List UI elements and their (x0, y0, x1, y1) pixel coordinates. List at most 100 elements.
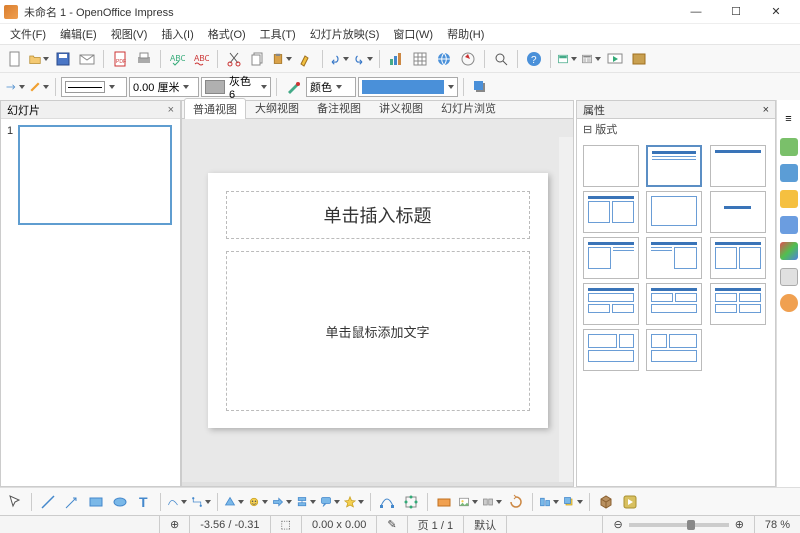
sidebar-gallery-icon[interactable] (780, 242, 798, 260)
extrusion-tool[interactable] (595, 491, 617, 513)
layout-title-only[interactable] (710, 145, 766, 187)
cut-button[interactable] (223, 48, 245, 70)
menu-edit[interactable]: 编辑(E) (54, 24, 103, 44)
email-button[interactable] (76, 48, 98, 70)
title-placeholder[interactable]: 单击插入标题 (226, 191, 530, 239)
from-file-tool[interactable] (457, 491, 479, 513)
arrange-tool[interactable] (562, 491, 584, 513)
minimize-button[interactable]: — (676, 0, 716, 24)
line-style-button[interactable] (28, 76, 50, 98)
points-tool[interactable] (376, 491, 398, 513)
menu-help[interactable]: 帮助(H) (441, 24, 490, 44)
line-tool[interactable] (37, 491, 59, 513)
layout-3b[interactable] (646, 283, 702, 325)
slide-master-button[interactable] (628, 48, 650, 70)
sidebar-master-icon[interactable] (780, 164, 798, 182)
line-style-combo[interactable] (61, 77, 127, 97)
menu-window[interactable]: 窗口(W) (387, 24, 439, 44)
basic-shapes-tool[interactable] (223, 491, 245, 513)
gallery-tool[interactable] (481, 491, 503, 513)
curve-tool[interactable] (166, 491, 188, 513)
spellcheck-button[interactable]: ABC (166, 48, 188, 70)
slide-layout-button[interactable] (580, 48, 602, 70)
auto-spellcheck-button[interactable]: ABC (190, 48, 212, 70)
sidebar-properties-icon[interactable] (780, 138, 798, 156)
callout-tool[interactable] (319, 491, 341, 513)
layout-3a[interactable] (583, 283, 639, 325)
area-style-button[interactable] (282, 76, 304, 98)
undo-button[interactable] (328, 48, 350, 70)
hyperlink-button[interactable] (433, 48, 455, 70)
sidebar-navigator-icon[interactable] (780, 268, 798, 286)
open-button[interactable] (28, 48, 50, 70)
format-paintbrush-button[interactable] (295, 48, 317, 70)
tab-outline[interactable]: 大纲视图 (246, 97, 308, 118)
help-button[interactable]: ? (523, 48, 545, 70)
menu-slideshow[interactable]: 幻灯片放映(S) (304, 24, 386, 44)
fill-color-combo[interactable] (358, 77, 458, 97)
copy-button[interactable] (247, 48, 269, 70)
menu-view[interactable]: 视图(V) (105, 24, 154, 44)
menu-format[interactable]: 格式(O) (202, 24, 252, 44)
close-button[interactable]: ✕ (756, 0, 796, 24)
save-button[interactable] (52, 48, 74, 70)
slide-design-button[interactable] (556, 48, 578, 70)
canvas-area[interactable]: 单击插入标题 单击鼠标添加文字 (182, 119, 573, 482)
slide-canvas[interactable]: 单击插入标题 单击鼠标添加文字 (208, 173, 548, 428)
menu-file[interactable]: 文件(F) (4, 24, 52, 44)
tab-normal[interactable]: 普通视图 (184, 98, 246, 119)
zoom-value[interactable]: 78 % (755, 516, 800, 533)
fill-type-combo[interactable]: 颜色 (306, 77, 356, 97)
text-tool[interactable]: T (133, 491, 155, 513)
sidebar-transition-icon[interactable] (780, 216, 798, 234)
export-pdf-button[interactable]: PDF (109, 48, 131, 70)
print-button[interactable] (133, 48, 155, 70)
properties-close-icon[interactable]: × (763, 104, 769, 116)
sidebar-animation-icon[interactable] (780, 190, 798, 208)
connector-tool[interactable] (190, 491, 212, 513)
splitter[interactable] (182, 482, 573, 486)
navigator-button[interactable] (457, 48, 479, 70)
stars-tool[interactable] (343, 491, 365, 513)
content-placeholder[interactable]: 单击鼠标添加文字 (226, 251, 530, 411)
layout-two-content[interactable] (583, 191, 639, 233)
layout-2v[interactable] (710, 237, 766, 279)
line-color-combo[interactable]: 灰色 6 (201, 77, 271, 97)
arrow-tool[interactable] (61, 491, 83, 513)
zoom-button[interactable] (490, 48, 512, 70)
zoom-controls[interactable]: ⊖⊕ (603, 516, 754, 533)
shadow-button[interactable] (469, 76, 491, 98)
layout-blank[interactable] (583, 145, 639, 187)
chart-button[interactable] (385, 48, 407, 70)
maximize-button[interactable]: ☐ (716, 0, 756, 24)
rectangle-tool[interactable] (85, 491, 107, 513)
layout-centered[interactable] (710, 191, 766, 233)
tab-sorter[interactable]: 幻灯片浏览 (432, 97, 505, 118)
paste-button[interactable] (271, 48, 293, 70)
arrow-style-button[interactable] (4, 76, 26, 98)
select-tool[interactable] (4, 491, 26, 513)
slide-thumb-1[interactable]: 1 (7, 125, 174, 225)
layout-title-content[interactable] (646, 145, 702, 187)
layout-2h-b[interactable] (646, 237, 702, 279)
layout-6b[interactable] (646, 329, 702, 371)
rotate-tool[interactable] (505, 491, 527, 513)
sidebar-menu-icon[interactable]: ≡ (778, 108, 800, 130)
block-arrows-tool[interactable] (271, 491, 293, 513)
table-button[interactable] (409, 48, 431, 70)
layout-6a[interactable] (583, 329, 639, 371)
symbol-shapes-tool[interactable] (247, 491, 269, 513)
vertical-scrollbar[interactable] (559, 137, 573, 482)
interaction-tool[interactable] (619, 491, 641, 513)
alignment-tool[interactable] (538, 491, 560, 513)
fontwork-tool[interactable] (433, 491, 455, 513)
slide-panel-close-icon[interactable]: × (168, 104, 174, 116)
tab-notes[interactable]: 备注视图 (308, 97, 370, 118)
glue-points-tool[interactable] (400, 491, 422, 513)
zoom-slider[interactable] (629, 523, 729, 527)
flowchart-tool[interactable] (295, 491, 317, 513)
menu-tools[interactable]: 工具(T) (254, 24, 302, 44)
tab-handout[interactable]: 讲义视图 (370, 97, 432, 118)
layout-4[interactable] (710, 283, 766, 325)
redo-button[interactable] (352, 48, 374, 70)
